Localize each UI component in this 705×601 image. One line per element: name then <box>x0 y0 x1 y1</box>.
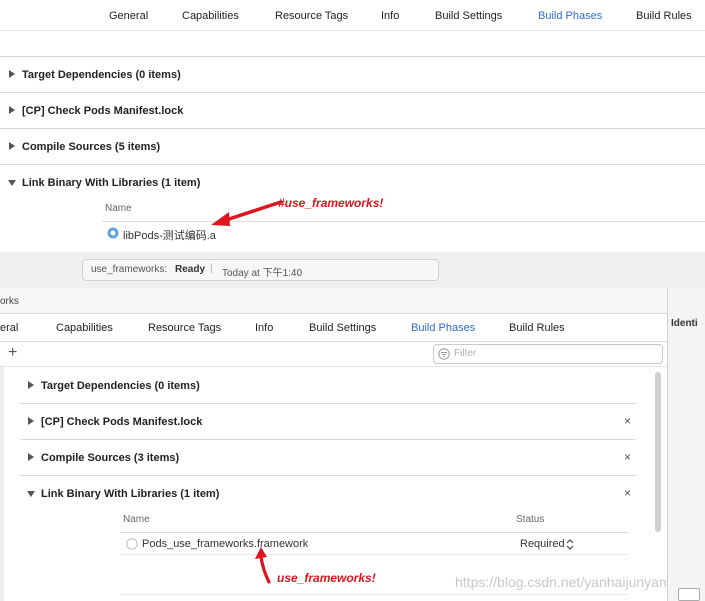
top-tab-bar: General Capabilities Resource Tags Info … <box>0 0 705 30</box>
divider <box>0 30 705 31</box>
delete-phase-icon[interactable]: × <box>624 414 631 428</box>
tab-resource-tags[interactable]: Resource Tags <box>275 10 348 22</box>
phase-compile-sources[interactable]: Compile Sources (3 items) <box>41 452 179 464</box>
divider <box>120 594 628 595</box>
filter-placeholder: Filter <box>454 348 477 359</box>
divider <box>0 164 705 165</box>
status-project: use_frameworks: <box>91 264 168 275</box>
left-gutter <box>0 367 4 601</box>
tab-info[interactable]: Info <box>381 10 399 22</box>
tab-build-phases[interactable]: Build Phases <box>538 10 602 22</box>
tab-info[interactable]: Info <box>255 322 273 334</box>
column-header-name: Name <box>123 514 150 525</box>
delete-phase-icon[interactable]: × <box>624 486 631 500</box>
disclosure-down-icon[interactable] <box>27 491 35 497</box>
bottom-tab-bar: eral Capabilities Resource Tags Info Bui… <box>0 313 705 343</box>
tab-general[interactable]: eral <box>0 322 18 334</box>
vertical-scrollbar[interactable] <box>655 372 661 532</box>
disclosure-right-icon[interactable] <box>28 381 34 389</box>
tab-general[interactable]: General <box>109 10 148 22</box>
panel-toggle-icon[interactable] <box>678 588 700 601</box>
tab-build-settings[interactable]: Build Settings <box>309 322 376 334</box>
disclosure-right-icon[interactable] <box>9 142 15 150</box>
divider <box>20 439 636 440</box>
status-separator: | <box>210 263 213 274</box>
divider <box>20 475 636 476</box>
phase-target-dependencies[interactable]: Target Dependencies (0 items) <box>22 69 181 81</box>
tab-capabilities[interactable]: Capabilities <box>56 322 113 334</box>
disclosure-right-icon[interactable] <box>9 70 15 78</box>
disclosure-right-icon[interactable] <box>28 453 34 461</box>
tab-build-rules[interactable]: Build Rules <box>509 322 565 334</box>
status-state: Ready <box>175 264 206 275</box>
project-header-bar <box>0 288 705 314</box>
column-header-name: Name <box>105 203 132 214</box>
tab-build-rules[interactable]: Build Rules <box>636 10 692 22</box>
divider <box>102 221 705 222</box>
divider <box>20 403 636 404</box>
tab-capabilities[interactable]: Capabilities <box>182 10 239 22</box>
red-arrow-icon <box>211 200 283 226</box>
divider <box>120 532 628 533</box>
disclosure-right-icon[interactable] <box>9 106 15 114</box>
library-icon <box>107 227 119 239</box>
disclosure-down-icon[interactable] <box>8 180 16 186</box>
add-phase-button[interactable]: + <box>8 344 17 362</box>
divider <box>0 128 705 129</box>
annotation-bottom: use_frameworks! <box>277 571 376 585</box>
phase-link-binary[interactable]: Link Binary With Libraries (1 item) <box>22 177 200 189</box>
framework-icon <box>126 538 138 550</box>
watermark: https://blog.csdn.net/yanhaijunyan <box>455 574 667 590</box>
phase-check-pods-manifest[interactable]: [CP] Check Pods Manifest.lock <box>41 416 202 428</box>
delete-phase-icon[interactable]: × <box>624 450 631 464</box>
framework-status-select[interactable]: Required <box>520 538 565 550</box>
column-header-status: Status <box>516 514 545 525</box>
framework-file-name[interactable]: Pods_use_frameworks.framework <box>142 538 308 550</box>
tab-build-settings[interactable]: Build Settings <box>435 10 502 22</box>
filter-icon <box>438 348 450 360</box>
divider <box>0 56 705 57</box>
activity-status-bar: use_frameworks: Ready | Today at 下午1:40 <box>82 259 439 281</box>
divider <box>0 92 705 93</box>
status-time: Today at 下午1:40 <box>222 268 303 279</box>
phase-target-dependencies[interactable]: Target Dependencies (0 items) <box>41 380 200 392</box>
tab-resource-tags[interactable]: Resource Tags <box>148 322 221 334</box>
annotation-top: #use_frameworks! <box>278 196 384 210</box>
phase-compile-sources[interactable]: Compile Sources (5 items) <box>22 141 160 153</box>
divider <box>120 554 628 555</box>
tab-build-phases[interactable]: Build Phases <box>411 322 475 334</box>
phase-check-pods-manifest[interactable]: [CP] Check Pods Manifest.lock <box>22 105 183 117</box>
disclosure-right-icon[interactable] <box>28 417 34 425</box>
library-file-name[interactable]: libPods-测试编码.a <box>123 227 216 243</box>
filter-field[interactable]: Filter <box>433 344 663 364</box>
divider <box>0 366 667 367</box>
phase-link-binary[interactable]: Link Binary With Libraries (1 item) <box>41 488 219 500</box>
divider <box>0 341 667 342</box>
stepper-icon[interactable] <box>566 539 574 550</box>
project-navigator-label: orks <box>0 296 19 307</box>
red-arrow-icon <box>255 547 271 584</box>
